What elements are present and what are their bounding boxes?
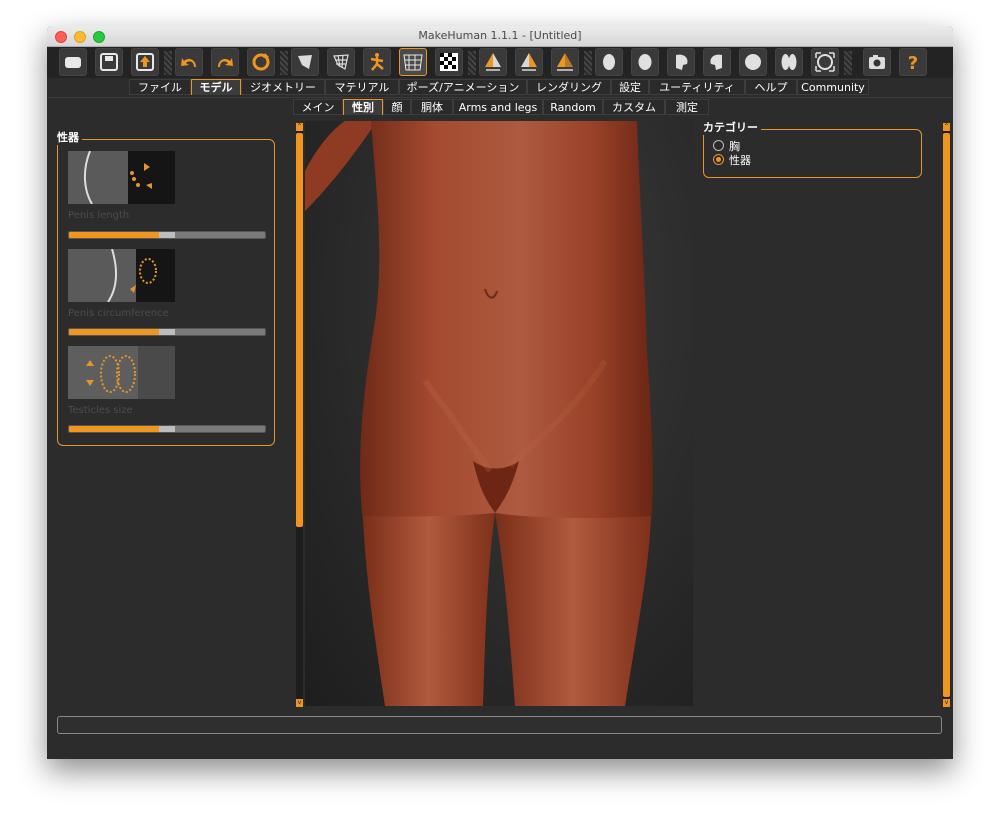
right-side-icon[interactable] — [703, 48, 731, 76]
tab-help[interactable]: ヘルプ — [745, 79, 797, 95]
frame-icon[interactable] — [811, 48, 839, 76]
tab-geometry[interactable]: ジオメトリー — [241, 79, 325, 95]
tab-pose-animation[interactable]: ポーズ/アニメーション — [399, 79, 527, 95]
slider-label: Testicles size — [68, 405, 133, 416]
scroll-down-arrow-icon[interactable]: v — [296, 699, 303, 707]
tab-modeling[interactable]: モデル — [191, 79, 241, 95]
slider-handle[interactable] — [159, 426, 175, 432]
redo-icon[interactable] — [211, 48, 239, 76]
left-scrollbar[interactable]: ^ v — [296, 123, 303, 707]
wireframe-icon[interactable] — [327, 48, 355, 76]
tab-settings[interactable]: 設定 — [611, 79, 649, 95]
tab-random[interactable]: Random — [543, 99, 603, 115]
slider-label: Penis circumference — [68, 308, 169, 319]
tab-torso[interactable]: 胴体 — [411, 99, 453, 115]
right-scrollbar[interactable]: ^ v — [943, 123, 950, 707]
face-icon[interactable] — [595, 48, 623, 76]
right-panel: カテゴリー 胸 性器 — [703, 119, 933, 181]
grid-icon[interactable] — [399, 48, 427, 76]
group-title: 性器 — [57, 129, 82, 145]
sub-tab-bar: メイン 性別 顔 胴体 Arms and legs Random カスタム 測定 — [47, 97, 953, 116]
slider-handle[interactable] — [159, 329, 175, 335]
slider-handle[interactable] — [159, 232, 175, 238]
scroll-up-arrow-icon[interactable]: ^ — [943, 123, 950, 131]
back-view-icon[interactable] — [515, 48, 543, 76]
main-tab-bar: ファイル モデル ジオメトリー マテリアル ポーズ/アニメーション レンダリング… — [47, 78, 953, 96]
window-title: MakeHuman 1.1.1 - [Untitled] — [418, 29, 582, 42]
penis-length-thumbnail — [68, 151, 175, 204]
slider-fill — [69, 426, 167, 432]
left-panel: 性器 Penis length Penis circumference Test… — [47, 121, 287, 711]
testicles-size-slider[interactable] — [68, 425, 266, 433]
top-view-icon[interactable] — [739, 48, 767, 76]
group-title: カテゴリー — [703, 119, 761, 135]
slider-fill — [69, 232, 167, 238]
title-bar: MakeHuman 1.1.1 - [Untitled] — [47, 26, 953, 47]
tab-main[interactable]: メイン — [293, 99, 343, 115]
radio-genitals[interactable] — [713, 154, 724, 165]
tab-utilities[interactable]: ユーティリティ — [649, 79, 745, 95]
save-icon[interactable] — [95, 48, 123, 76]
reset-icon[interactable] — [247, 48, 275, 76]
new-file-icon[interactable] — [59, 48, 87, 76]
checker-icon[interactable] — [435, 48, 463, 76]
tab-face[interactable]: 顔 — [383, 99, 411, 115]
pose-icon[interactable] — [363, 48, 391, 76]
app-window: MakeHuman 1.1.1 - [Untitled] ? ファイル モデル … — [47, 26, 953, 759]
penis-length-slider[interactable] — [68, 231, 266, 239]
tab-measure[interactable]: 測定 — [665, 99, 709, 115]
toolbar: ? — [47, 47, 953, 79]
side-view-icon[interactable] — [551, 48, 579, 76]
left-side-icon[interactable] — [667, 48, 695, 76]
slider-label: Penis length — [68, 210, 130, 221]
export-icon[interactable] — [131, 48, 159, 76]
3d-viewport[interactable] — [305, 121, 693, 706]
tab-material[interactable]: マテリアル — [325, 79, 399, 95]
bottom-view-icon[interactable] — [775, 48, 803, 76]
radio-breast[interactable] — [713, 140, 724, 151]
tab-custom[interactable]: カスタム — [603, 99, 665, 115]
undo-icon[interactable] — [175, 48, 203, 76]
human-model — [305, 121, 653, 706]
head-icon[interactable] — [631, 48, 659, 76]
radio-label-genitals[interactable]: 性器 — [729, 152, 751, 168]
smooth-icon[interactable] — [291, 48, 319, 76]
front-view-icon[interactable] — [479, 48, 507, 76]
testicles-size-thumbnail — [68, 346, 175, 399]
penis-circumference-slider[interactable] — [68, 328, 266, 336]
slider-fill — [69, 329, 167, 335]
screenshot-icon[interactable] — [863, 48, 891, 76]
svg-text:?: ? — [908, 53, 918, 73]
tab-arms-and-legs[interactable]: Arms and legs — [453, 99, 543, 115]
scroll-down-arrow-icon[interactable]: v — [943, 699, 950, 707]
status-bar — [57, 716, 942, 734]
tab-community[interactable]: Community — [797, 79, 869, 95]
tab-file[interactable]: ファイル — [129, 79, 191, 95]
penis-circumference-thumbnail — [68, 249, 175, 302]
scrollbar-thumb[interactable] — [943, 133, 950, 697]
scrollbar-thumb[interactable] — [296, 133, 303, 527]
help-icon[interactable]: ? — [899, 48, 927, 76]
tab-rendering[interactable]: レンダリング — [527, 79, 611, 95]
tab-gender[interactable]: 性別 — [343, 99, 383, 115]
scroll-up-arrow-icon[interactable]: ^ — [296, 123, 303, 131]
